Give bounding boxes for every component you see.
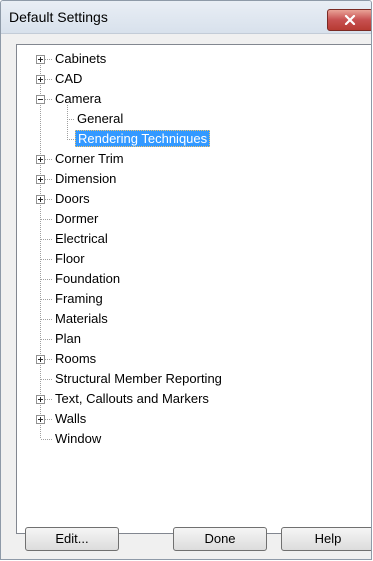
tree-item-dormer[interactable]: Dormer [55, 209, 98, 229]
expand-toggle-doors[interactable] [36, 195, 45, 204]
tree-item-label: Electrical [55, 231, 108, 246]
tree-item-cabinets[interactable]: Cabinets [55, 49, 106, 69]
tree-item-label: Dormer [55, 211, 99, 226]
collapse-toggle-camera[interactable] [36, 95, 45, 104]
tree-item-general[interactable]: General [77, 109, 123, 129]
expand-toggle-dimension[interactable] [36, 175, 45, 184]
tree-item-rooms[interactable]: Rooms [55, 349, 96, 369]
tree-item-label: Plan [55, 331, 82, 346]
tree-item-label: Window [55, 431, 102, 446]
tree-item-label: Rooms [55, 351, 97, 366]
tree-item-label: Corner Trim [55, 151, 124, 166]
tree-item-label: Floor [55, 251, 85, 266]
tree-item-foundation[interactable]: Foundation [55, 269, 120, 289]
close-icon [344, 15, 356, 25]
tree-item-structural-member-reporting[interactable]: Structural Member Reporting [55, 369, 222, 389]
tree-item-rendering-techniques[interactable]: Rendering Techniques [75, 129, 211, 149]
tree-item-floor[interactable]: Floor [55, 249, 85, 269]
tree-item-plan[interactable]: Plan [55, 329, 81, 349]
tree-item-label-selected: Rendering Techniques [75, 130, 211, 147]
tree-item-camera[interactable]: Camera [55, 89, 101, 109]
tree-item-corner-trim[interactable]: Corner Trim [55, 149, 124, 169]
tree-item-dimension[interactable]: Dimension [55, 169, 116, 189]
tree-item-label: Structural Member Reporting [55, 371, 222, 386]
expand-toggle-cad[interactable] [36, 75, 45, 84]
tree-item-label: Doors [55, 191, 90, 206]
expand-toggle-cabinets[interactable] [36, 55, 45, 64]
dialog-title: Default Settings [9, 9, 108, 25]
default-settings-dialog: Default Settings Cabinets CAD Camera Gen… [0, 0, 372, 560]
tree-item-label: Foundation [55, 271, 121, 286]
help-button[interactable]: Help [281, 527, 371, 551]
tree-item-label: CAD [55, 71, 83, 86]
close-button[interactable] [327, 9, 371, 31]
tree-item-doors[interactable]: Doors [55, 189, 90, 209]
tree-item-text-callouts-markers[interactable]: Text, Callouts and Markers [55, 389, 209, 409]
tree-item-label: Dimension [55, 171, 117, 186]
edit-button[interactable]: Edit... [25, 527, 119, 551]
tree-item-framing[interactable]: Framing [55, 289, 103, 309]
tree-item-window[interactable]: Window [55, 429, 101, 449]
tree-item-label: General [77, 111, 124, 126]
tree-item-cad[interactable]: CAD [55, 69, 82, 89]
tree-item-materials[interactable]: Materials [55, 309, 108, 329]
title-bar[interactable]: Default Settings [1, 1, 371, 34]
tree-item-label: Camera [55, 91, 102, 106]
expand-toggle-corner-trim[interactable] [36, 155, 45, 164]
settings-tree[interactable]: Cabinets CAD Camera General Rendering Te… [16, 44, 371, 534]
expand-toggle-walls[interactable] [36, 415, 45, 424]
tree-item-walls[interactable]: Walls [55, 409, 86, 429]
tree-item-label: Text, Callouts and Markers [55, 391, 209, 406]
tree-item-label: Walls [55, 411, 87, 426]
tree-item-electrical[interactable]: Electrical [55, 229, 108, 249]
tree-item-label: Cabinets [55, 51, 107, 66]
tree-item-label: Materials [55, 311, 108, 326]
expand-toggle-text-callouts-markers[interactable] [36, 395, 45, 404]
tree-item-label: Framing [55, 291, 103, 306]
expand-toggle-rooms[interactable] [36, 355, 45, 364]
done-button[interactable]: Done [173, 527, 267, 551]
